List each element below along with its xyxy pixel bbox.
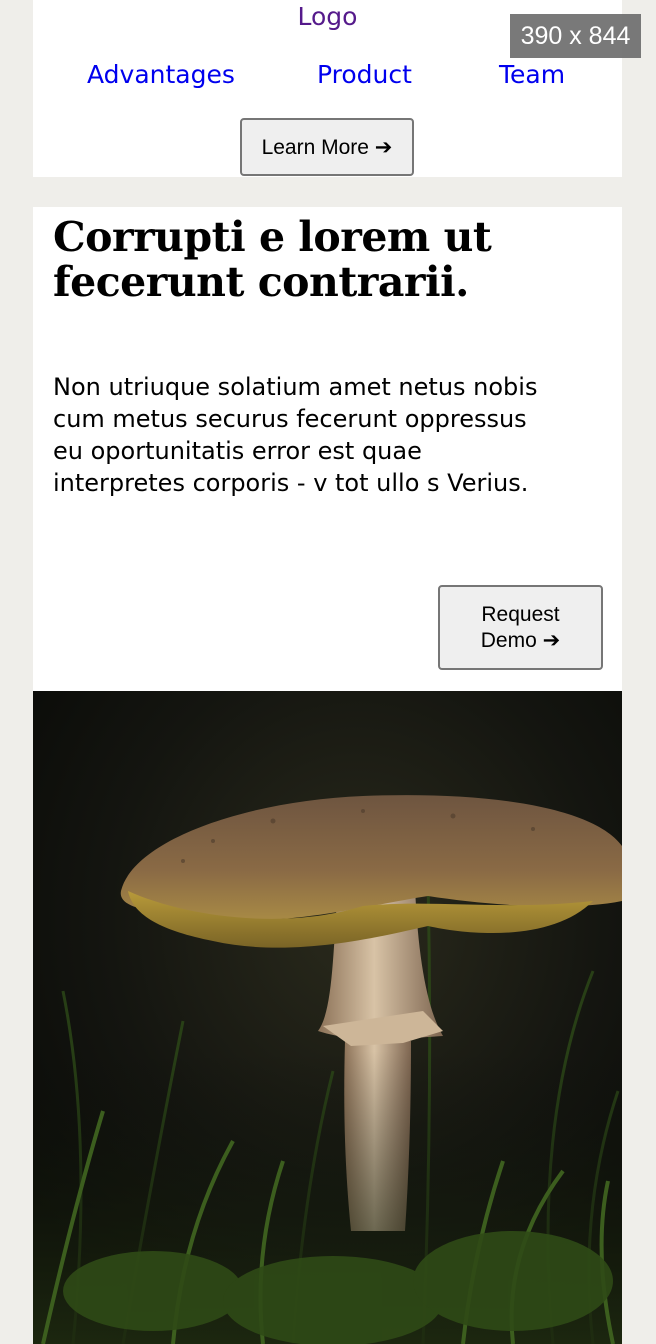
nav-link-product[interactable]: Product bbox=[317, 58, 412, 92]
hero-image-mushroom bbox=[33, 691, 622, 1344]
nav-link-team[interactable]: Team bbox=[499, 58, 565, 92]
viewport-size-badge: 390 x 844 bbox=[510, 14, 641, 58]
request-demo-button[interactable]: Request Demo ➔ bbox=[438, 585, 603, 670]
mushroom-illustration bbox=[33, 691, 622, 1344]
learn-more-button[interactable]: Learn More ➔ bbox=[240, 118, 414, 176]
hero-description: Non utriuque solatium amet netus nobis c… bbox=[53, 373, 538, 497]
hero-section: Corrupti e lorem ut fecerunt contrarii. … bbox=[33, 207, 622, 691]
nav-link-advantages[interactable]: Advantages bbox=[87, 58, 235, 92]
hero-title: Corrupti e lorem ut fecerunt contrarii. bbox=[53, 213, 492, 306]
